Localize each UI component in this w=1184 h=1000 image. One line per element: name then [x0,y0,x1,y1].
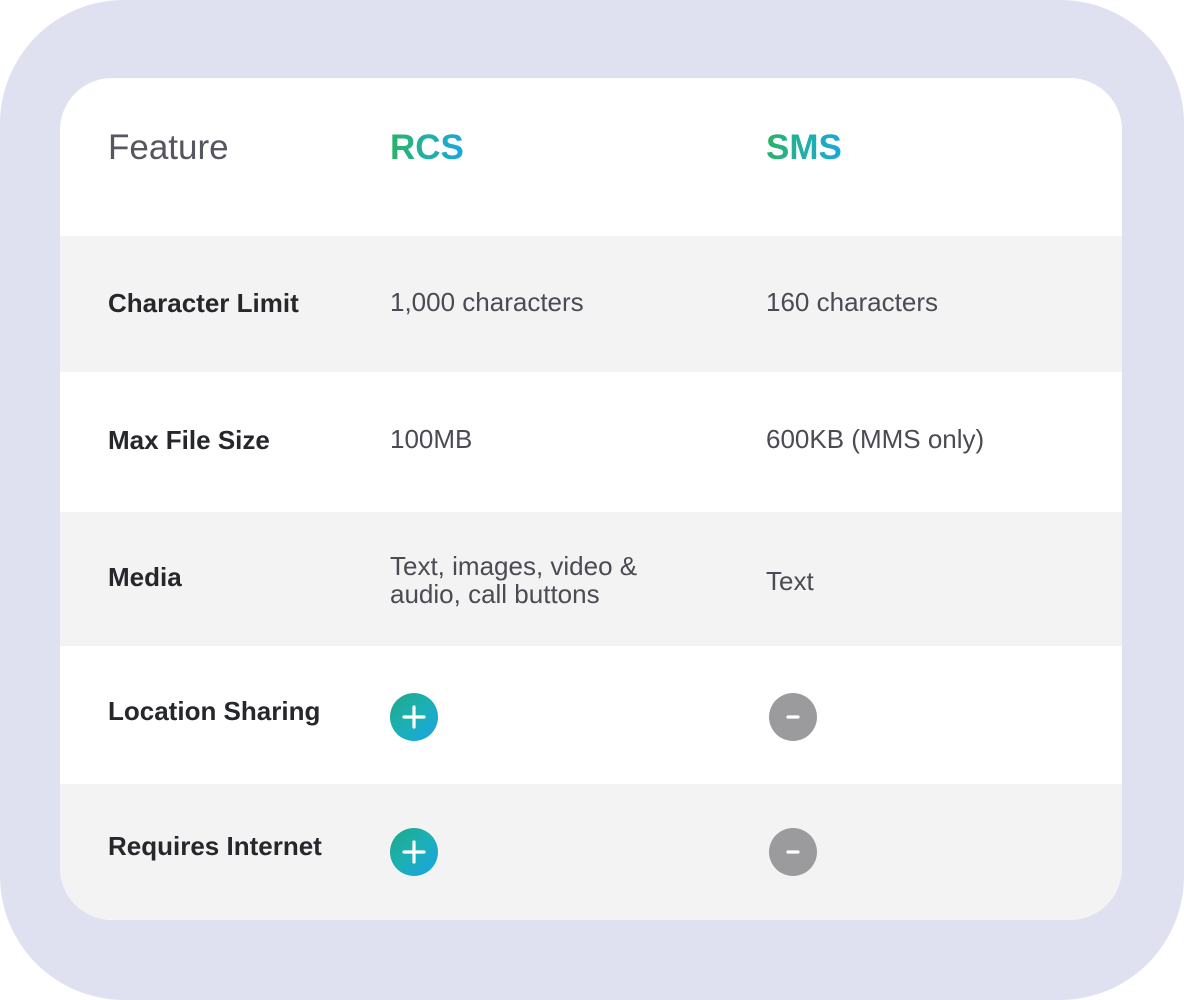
table-row: Requires Internet [60,784,1122,920]
header-feature: Feature [108,128,229,167]
minus-icon [769,693,817,741]
row-feature-label: Location Sharing [108,696,321,726]
table-row: Character Limit 1,000 characters 160 cha… [60,236,1122,372]
comparison-table: Feature RCS SMS Character Limit 1,000 ch… [60,78,1122,920]
page-frame: Feature RCS SMS Character Limit 1,000 ch… [0,0,1184,1000]
header-sms: SMS [766,128,842,167]
row-rcs-value-line: Text, images, video & [390,551,638,581]
table-row: Media Text, images, video & audio, call … [60,512,1122,646]
table-header: Feature RCS SMS [60,78,1122,236]
row-sms-value: 600KB (MMS only) [766,424,985,454]
row-sms-value: 160 characters [766,287,938,317]
row-feature-label: Max File Size [108,425,270,455]
row-feature-label: Character Limit [108,288,299,318]
row-rcs-value: 100MB [390,424,473,454]
row-sms-value: Text [766,566,814,596]
plus-icon [390,693,438,741]
row-rcs-value-line: audio, call buttons [390,579,600,609]
header-rcs: RCS [390,128,464,167]
row-feature-label: Requires Internet [108,831,322,861]
row-rcs-value: 1,000 characters [390,287,584,317]
row-feature-label: Media [108,562,182,592]
table-row: Location Sharing [60,646,1122,784]
row-rcs-value: Text, images, video & audio, call button… [390,552,690,608]
table-row: Max File Size 100MB 600KB (MMS only) [60,372,1122,512]
plus-icon [390,828,438,876]
minus-icon [769,828,817,876]
